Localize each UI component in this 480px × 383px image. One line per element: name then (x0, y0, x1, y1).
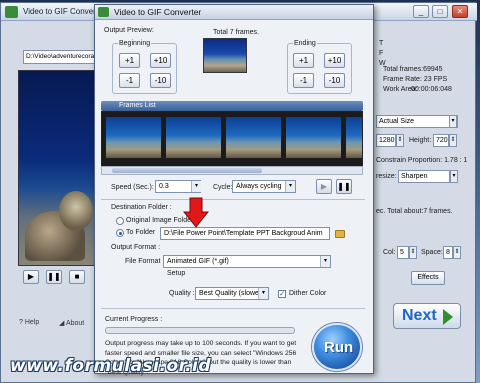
resize-dropdown-arrow[interactable]: ▾ (450, 170, 458, 183)
width-spinner[interactable]: ⇕ (396, 134, 404, 147)
height-spinner[interactable]: ⇕ (449, 134, 457, 147)
play-button[interactable]: ▶ (23, 270, 39, 284)
browse-folder-icon[interactable] (335, 230, 345, 238)
frames-list-label: Frames List (119, 102, 156, 109)
help-label: Help (24, 319, 40, 326)
frames-list-header: Frames List (101, 101, 363, 111)
effects-button[interactable]: Effects (411, 271, 445, 285)
begin-minus1-button[interactable]: -1 (119, 73, 140, 88)
speed-label: Speed (Sec.): (111, 184, 154, 191)
destination-folder-label: Destination Folder : (111, 204, 172, 211)
run-button[interactable]: Run (312, 323, 362, 371)
frame-thumbnail[interactable] (106, 117, 161, 158)
about-icon: ◢ (59, 320, 65, 327)
coral-image (59, 191, 93, 231)
help-icon: ? (19, 319, 23, 326)
progress-bar (105, 327, 295, 334)
minimize-button[interactable]: _ (413, 5, 429, 18)
work-area-value: 00:00:06:048 (411, 86, 452, 93)
width-input[interactable]: 1280 (376, 134, 396, 147)
frames-scrollbar[interactable] (101, 166, 363, 175)
total-frames-partial: T (379, 40, 384, 47)
frame-thumbnail[interactable] (226, 117, 281, 158)
space-spinner[interactable]: ⇕ (453, 246, 461, 259)
dialog-title: Video to GIF Converter (114, 7, 202, 17)
size-select[interactable]: Actual Size (376, 115, 458, 128)
frame-thumbnail[interactable] (286, 117, 341, 158)
file-format-select[interactable]: Animated GIF (*.gif) (163, 255, 331, 268)
video-preview (18, 70, 96, 266)
current-progress-label: Current Progress : (105, 316, 163, 323)
end-plus10-button[interactable]: +10 (324, 53, 345, 68)
watermark: www.formulasi.or.id (10, 356, 212, 376)
converter-dialog: Video to GIF Converter Output Preview: B… (94, 4, 374, 376)
app-icon (98, 7, 109, 17)
close-button[interactable]: ✕ (452, 5, 468, 18)
total-frames-info: Total frames:69945 (383, 66, 443, 73)
file-format-dropdown-arrow[interactable]: ▾ (320, 256, 330, 267)
constrain-proportion: Constrain Proportion: 1.78 : 1 (376, 157, 468, 164)
space-input[interactable]: 8 (443, 246, 453, 259)
total-about-frames: ec. Total about:7 frames. (376, 208, 453, 215)
run-label: Run (324, 339, 354, 356)
to-folder-label: To Folder (126, 229, 156, 236)
app-icon (5, 6, 18, 18)
maximize-button[interactable]: □ (432, 5, 448, 18)
next-button[interactable]: Next (393, 303, 461, 329)
ending-label: Ending (293, 40, 317, 47)
beginning-label: Beginning (118, 40, 152, 47)
cycle-dropdown-arrow[interactable]: ▾ (285, 181, 295, 192)
next-label: Next (402, 307, 437, 324)
frames-scrollbar-thumb[interactable] (112, 168, 262, 173)
setup-label: Setup (167, 270, 186, 277)
resize-label: resize: (376, 173, 397, 180)
frames-strip[interactable] (101, 111, 363, 167)
speed-dropdown-arrow[interactable]: ▾ (191, 181, 201, 192)
dither-label: Dither Color (289, 290, 327, 297)
file-format-label: File Format (125, 258, 161, 265)
total-frames-label: Total 7 frames. (213, 29, 259, 36)
quality-dropdown-arrow[interactable]: ▾ (258, 288, 268, 299)
about-label: About (65, 320, 85, 327)
col-input[interactable]: 5 (397, 246, 409, 259)
frame-rate-info: Frame Rate: 23 FPS (383, 76, 448, 83)
cycle-label: Cycle: (213, 184, 233, 191)
col-label: Col: (383, 249, 396, 256)
divider (101, 199, 365, 200)
frame-rate-partial: F (379, 50, 384, 57)
divider (101, 308, 365, 309)
begin-plus10-button[interactable]: +10 (150, 53, 171, 68)
col-spinner[interactable]: ⇕ (409, 246, 417, 259)
annotation-arrow-icon (183, 197, 209, 228)
stop-button[interactable]: ■ (69, 270, 85, 284)
output-preview-label: Output Preview: (104, 27, 154, 34)
original-folder-radio[interactable] (116, 217, 124, 225)
to-folder-radio[interactable] (116, 229, 124, 237)
preview-pause-button[interactable]: ❚❚ (336, 179, 352, 194)
size-dropdown-arrow[interactable]: ▾ (449, 115, 457, 128)
main-window-title: Video to GIF Converter (23, 7, 106, 16)
dither-checkbox[interactable]: ✓ (278, 290, 286, 298)
help-link[interactable]: ? Help (19, 319, 39, 326)
begin-plus1-button[interactable]: +1 (119, 53, 140, 68)
source-path-field[interactable]: D:\Video\adventurecoral (23, 50, 97, 64)
end-minus1-button[interactable]: -1 (293, 73, 314, 88)
end-plus1-button[interactable]: +1 (293, 53, 314, 68)
resize-select[interactable]: Sharpen (398, 170, 450, 183)
height-input[interactable]: 720 (433, 134, 449, 147)
frame-thumbnail[interactable] (166, 117, 221, 158)
begin-minus10-button[interactable]: -10 (150, 73, 171, 88)
next-arrow-icon (443, 309, 453, 325)
pause-button[interactable]: ❚❚ (46, 270, 62, 284)
dialog-titlebar[interactable]: Video to GIF Converter (95, 5, 373, 20)
about-link[interactable]: ◢ About (59, 319, 84, 327)
preview-thumbnail (203, 38, 247, 73)
preview-play-button[interactable]: ▶ (316, 179, 332, 194)
space-label: Space: (421, 249, 443, 256)
frame-thumbnail[interactable] (346, 117, 362, 158)
output-format-label: Output Format : (111, 244, 161, 251)
height-label: Height: (409, 137, 432, 144)
end-minus10-button[interactable]: -10 (324, 73, 345, 88)
quality-label: Quality : (169, 290, 195, 297)
